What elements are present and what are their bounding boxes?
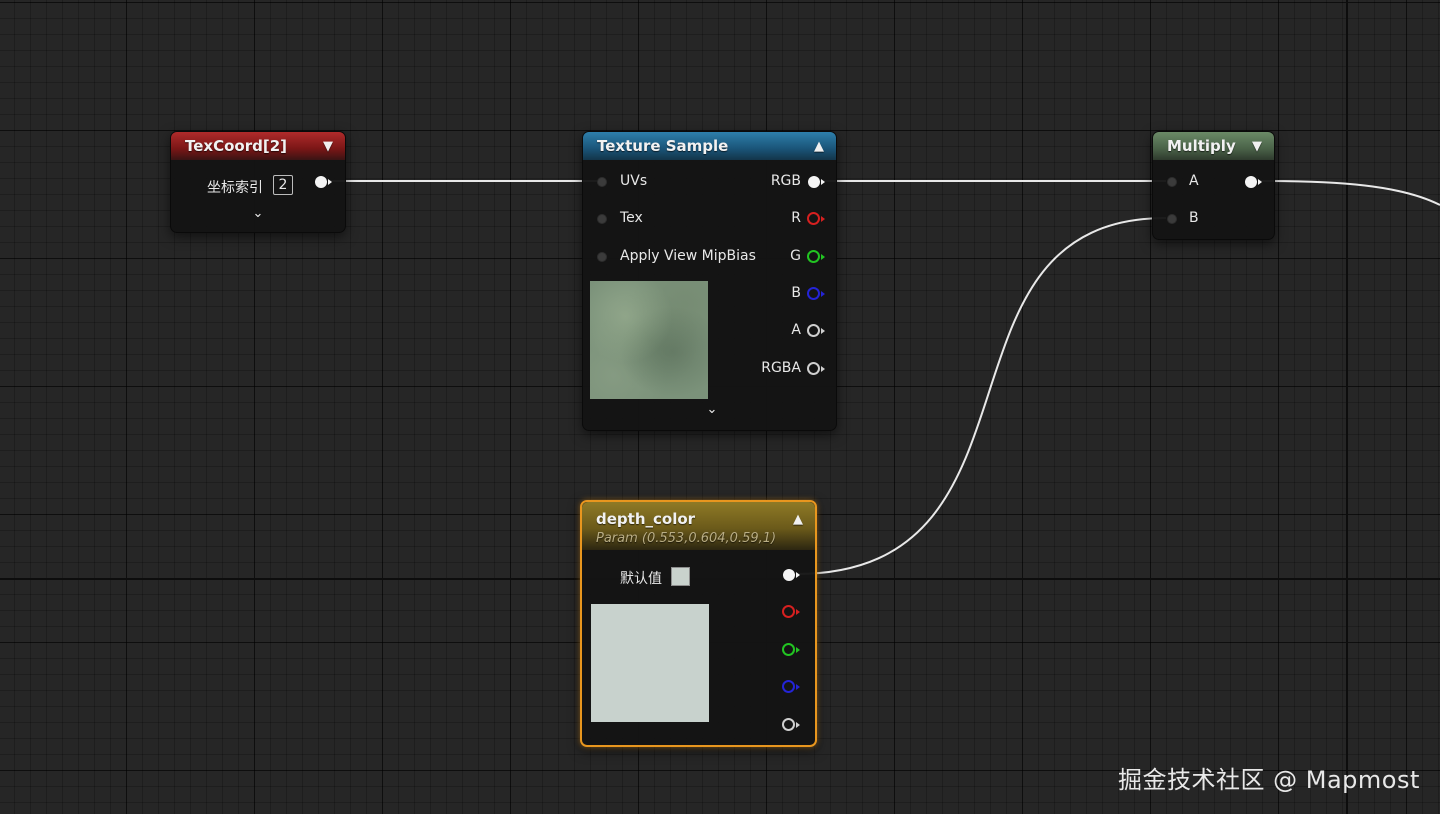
node-depth-color-header[interactable]: depth_color Param (0.553,0.604,0.59,1) ▲ (582, 502, 815, 550)
node-texcoord-header[interactable]: TexCoord[2] ▼ (171, 132, 345, 160)
color-preview-swatch (591, 604, 709, 722)
node-multiply[interactable]: Multiply ▼ A B (1152, 131, 1275, 240)
rgba-output-pin[interactable] (807, 362, 820, 375)
g-output-label: G (790, 248, 801, 264)
mipbias-input-pin[interactable] (597, 252, 607, 262)
r-output-pin[interactable] (807, 212, 820, 225)
node-depth-color[interactable]: depth_color Param (0.553,0.604,0.59,1) ▲… (580, 500, 817, 747)
b-output-label: B (791, 285, 801, 301)
node-depth-color-title: depth_color (596, 510, 696, 528)
graph-canvas[interactable]: TexCoord[2] ▼ 坐标索引 2 ⌄ Texture Sample ▲ … (0, 0, 1440, 814)
default-value-label: 默认值 (620, 571, 662, 587)
wire-depth-to-multiply-b (795, 217, 1167, 575)
multiply-b-input-pin[interactable] (1167, 214, 1177, 224)
node-texture-sample[interactable]: Texture Sample ▲ UVs Tex Apply View MipB… (582, 131, 837, 431)
tex-input-pin[interactable] (597, 214, 607, 224)
watermark-text: 掘金技术社区 @ Mapmost (1118, 766, 1420, 794)
collapse-chevron-icon[interactable]: ▲ (789, 512, 807, 540)
grid-origin-vertical (1346, 0, 1348, 814)
depth-rgb-output-pin[interactable] (783, 569, 795, 581)
expand-chevron-icon[interactable]: ⌄ (249, 206, 267, 226)
a-output-pin[interactable] (807, 324, 820, 337)
texcoord-output-pin[interactable] (315, 176, 327, 188)
output-arrow-icon (796, 684, 800, 690)
rgb-output-label: RGB (770, 173, 801, 189)
node-depth-color-subtitle: Param (0.553,0.604,0.59,1) (596, 531, 777, 546)
coordinate-index-input[interactable]: 2 (273, 175, 293, 195)
output-arrow-icon (821, 254, 825, 260)
depth-r-output-pin[interactable] (782, 605, 795, 618)
collapse-chevron-icon[interactable]: ▼ (1248, 132, 1266, 160)
texture-preview-thumbnail (590, 281, 708, 399)
output-arrow-icon (821, 366, 825, 372)
multiply-output-pin[interactable] (1245, 176, 1257, 188)
rgba-output-label: RGBA (761, 360, 801, 376)
g-output-pin[interactable] (807, 250, 820, 263)
output-arrow-icon (328, 179, 332, 185)
coordinate-index-label: 坐标索引 (207, 180, 263, 196)
mipbias-input-label: Apply View MipBias (620, 248, 756, 264)
depth-g-output-pin[interactable] (782, 643, 795, 656)
output-arrow-icon (796, 647, 800, 653)
default-color-swatch[interactable] (671, 567, 690, 586)
output-arrow-icon (821, 216, 825, 222)
collapse-chevron-icon[interactable]: ▲ (810, 132, 828, 160)
tex-input-label: Tex (620, 210, 643, 226)
output-arrow-icon (1258, 179, 1262, 185)
depth-a-output-pin[interactable] (782, 718, 795, 731)
expand-chevron-icon[interactable]: ⌄ (703, 402, 721, 424)
uvs-input-pin[interactable] (597, 177, 607, 187)
a-output-label: A (791, 322, 801, 338)
node-texcoord-title: TexCoord[2] (185, 137, 287, 155)
output-arrow-icon (796, 572, 800, 578)
wire-multiply-output (1257, 180, 1440, 206)
collapse-chevron-icon[interactable]: ▼ (319, 132, 337, 160)
node-texture-sample-title: Texture Sample (597, 137, 729, 155)
uvs-input-label: UVs (620, 173, 648, 189)
output-arrow-icon (821, 179, 825, 185)
output-arrow-icon (821, 291, 825, 297)
node-texture-sample-header[interactable]: Texture Sample ▲ (583, 132, 836, 160)
b-output-pin[interactable] (807, 287, 820, 300)
depth-b-output-pin[interactable] (782, 680, 795, 693)
rgb-output-pin[interactable] (808, 176, 820, 188)
node-multiply-header[interactable]: Multiply ▼ (1153, 132, 1274, 160)
multiply-a-label: A (1189, 173, 1199, 189)
node-texcoord[interactable]: TexCoord[2] ▼ 坐标索引 2 ⌄ (170, 131, 346, 233)
multiply-a-input-pin[interactable] (1167, 177, 1177, 187)
output-arrow-icon (796, 609, 800, 615)
node-multiply-title: Multiply (1167, 137, 1236, 155)
r-output-label: R (791, 210, 801, 226)
output-arrow-icon (796, 722, 800, 728)
multiply-b-label: B (1189, 210, 1199, 226)
output-arrow-icon (821, 328, 825, 334)
